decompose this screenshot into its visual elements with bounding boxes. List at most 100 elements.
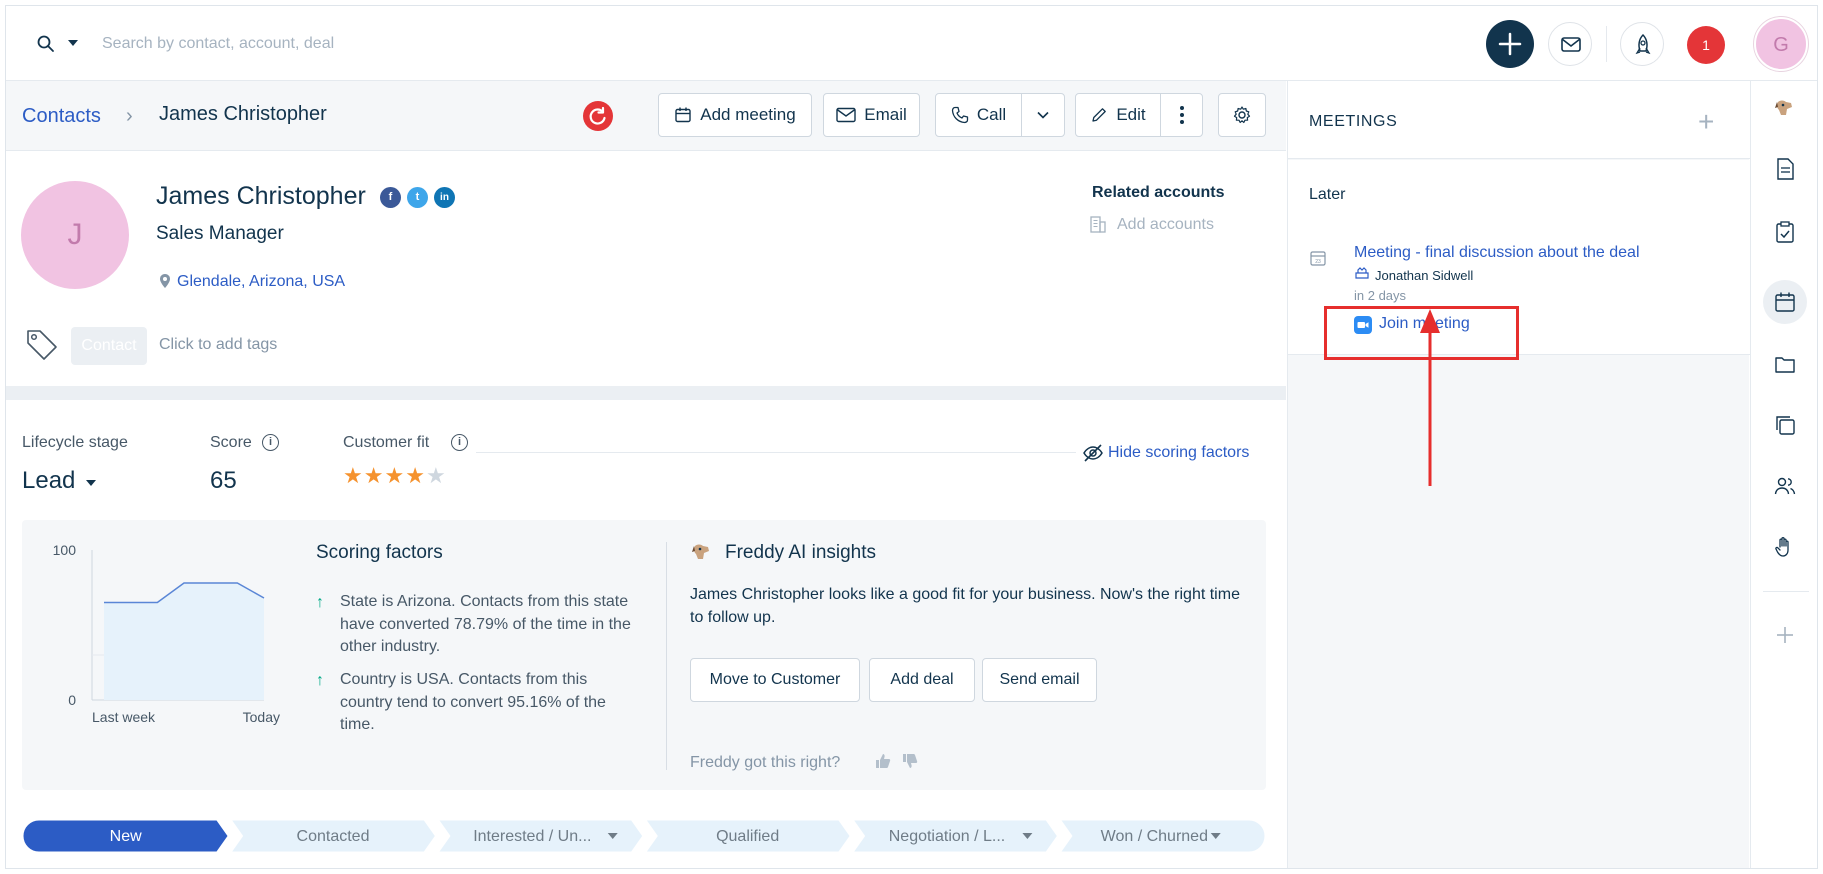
thumbs-up-icon[interactable]: [874, 752, 892, 770]
contact-tag-pill[interactable]: Contact: [71, 327, 147, 365]
chart-x-tick-label: Today: [243, 709, 280, 725]
lifecycle-stage-label: Lifecycle stage: [22, 434, 128, 451]
pipeline-stage[interactable]: Negotiation / L...: [849, 819, 1061, 853]
stats-divider-line: [476, 452, 1076, 453]
add-app-plus-icon[interactable]: [1768, 618, 1802, 652]
contact-panel: Contacts › James Christopher Add meeting…: [6, 81, 1286, 868]
linkedin-icon[interactable]: in: [434, 187, 455, 208]
mail-icon: [1561, 37, 1581, 52]
building-icon: [1090, 216, 1106, 233]
score-summary: Lifecycle stage Lead Score i 65 Customer…: [6, 400, 1286, 510]
rocket-icon: [1635, 33, 1651, 55]
location-pin-icon: [160, 274, 170, 288]
panel-divider: [666, 542, 667, 770]
pipeline-stage-label: New: [110, 828, 142, 845]
add-deal-button[interactable]: Add deal: [869, 658, 975, 702]
contact-profile-card: J James Christopher f t in Sales Manager…: [6, 152, 1286, 386]
hand-wave-icon[interactable]: [1768, 530, 1802, 564]
add-accounts-link[interactable]: Add accounts: [1117, 216, 1214, 234]
lifecycle-stage-value[interactable]: Lead: [22, 467, 75, 495]
edit-button[interactable]: Edit: [1075, 93, 1161, 137]
call-options-dropdown[interactable]: [1021, 93, 1065, 137]
settings-button[interactable]: [1218, 93, 1266, 137]
eye-slash-icon[interactable]: [1082, 442, 1104, 464]
inbox-button[interactable]: [1548, 22, 1592, 66]
contact-avatar: J: [21, 181, 129, 289]
pipeline-stage[interactable]: Qualified: [642, 819, 854, 853]
files-folder-icon[interactable]: [1768, 347, 1802, 381]
lifecycle-pipeline: New Contacted Interested / Un... Qualified N…: [22, 819, 1266, 853]
star-filled-icon: ★: [405, 463, 426, 488]
hide-scoring-factors-link[interactable]: Hide scoring factors: [1108, 444, 1249, 462]
move-to-customer-button[interactable]: Move to Customer: [690, 658, 860, 702]
freddy-rail-icon[interactable]: [1768, 91, 1802, 125]
pipeline-stage[interactable]: Contacted: [227, 819, 439, 853]
contacts-people-icon[interactable]: [1768, 469, 1802, 503]
quick-add-button[interactable]: [1486, 20, 1534, 68]
star-empty-icon: ★: [425, 463, 447, 488]
pipeline-stage[interactable]: Won / Churned: [1056, 819, 1266, 853]
more-options-button[interactable]: [1160, 93, 1203, 137]
contact-name: James Christopher: [156, 182, 366, 210]
notes-icon[interactable]: [1768, 152, 1802, 186]
edit-label: Edit: [1116, 105, 1146, 124]
email-label: Email: [864, 105, 907, 124]
duplicates-icon[interactable]: [1768, 408, 1802, 442]
add-meeting-label: Add meeting: [700, 105, 796, 124]
search-icon[interactable]: [36, 34, 56, 54]
pipeline-stage[interactable]: New: [22, 819, 232, 853]
breadcrumb-separator: ›: [126, 105, 133, 127]
gear-icon: [1233, 106, 1251, 124]
tag-icon[interactable]: [23, 325, 61, 363]
add-tags-prompt[interactable]: Click to add tags: [159, 336, 277, 354]
search-scope-dropdown-icon[interactable]: [68, 40, 78, 46]
freddy-insight-text: James Christopher looks like a good fit …: [690, 586, 1240, 626]
chart-y-tick-label: 100: [53, 542, 77, 558]
tasks-icon[interactable]: [1768, 215, 1802, 249]
plus-icon: [1498, 32, 1522, 56]
add-meeting-button[interactable]: Add meeting: [658, 93, 812, 137]
add-deal-label: Add deal: [890, 671, 954, 688]
pipeline-stage-label: Interested / Un...: [473, 828, 591, 845]
pipeline-stage-label: Contacted: [297, 828, 370, 845]
chevron-down-icon: [1037, 111, 1049, 119]
facebook-icon[interactable]: f: [380, 187, 401, 208]
related-accounts-heading: Related accounts: [1092, 184, 1225, 201]
contact-header: Contacts › James Christopher Add meeting…: [6, 81, 1286, 151]
score-label: Score: [210, 434, 252, 451]
customer-fit-stars: ★★★★★: [343, 463, 447, 489]
customer-fit-label: Customer fit: [343, 434, 430, 451]
call-button[interactable]: Call: [935, 93, 1022, 137]
annotation-arrow: [1420, 309, 1440, 486]
move-to-customer-label: Move to Customer: [709, 671, 841, 688]
search-input[interactable]: [102, 28, 702, 60]
rail-divider: [1763, 591, 1809, 592]
score-info-icon[interactable]: i: [262, 434, 279, 451]
meetings-calendar-icon[interactable]: [1768, 285, 1802, 319]
lifecycle-dropdown-icon[interactable]: [86, 480, 96, 486]
breadcrumb-contacts-link[interactable]: Contacts: [22, 105, 101, 128]
pipeline-stage[interactable]: Interested / Un...: [434, 819, 646, 853]
star-filled-icon: ★: [363, 463, 385, 488]
arrow-up-icon: ↑: [316, 594, 324, 611]
twitter-icon[interactable]: t: [407, 187, 428, 208]
send-email-label: Send email: [999, 671, 1080, 688]
refresh-icon[interactable]: [583, 101, 613, 131]
freddy-insights-title: Freddy AI insights: [725, 542, 877, 563]
customer-fit-info-icon[interactable]: i: [451, 434, 468, 451]
pipeline-stage-label: Qualified: [716, 828, 779, 845]
phone-icon: [951, 106, 968, 124]
calendar-icon: [675, 107, 691, 123]
email-button[interactable]: Email: [823, 93, 920, 137]
user-avatar[interactable]: G: [1754, 17, 1808, 71]
contact-location-link[interactable]: Glendale, Arizona, USA: [177, 273, 345, 291]
meetings-panel: MEETINGS + Later 23 Meeting - final disc…: [1287, 81, 1750, 868]
thumbs-down-icon[interactable]: [901, 752, 919, 770]
pencil-icon: [1092, 108, 1107, 122]
score-value: 65: [210, 467, 237, 494]
notifications-badge[interactable]: 1: [1687, 26, 1725, 64]
send-email-button[interactable]: Send email: [982, 658, 1097, 702]
getting-started-button[interactable]: [1620, 22, 1664, 66]
star-filled-icon: ★: [343, 463, 364, 488]
top-bar: 1 G: [6, 6, 1817, 81]
